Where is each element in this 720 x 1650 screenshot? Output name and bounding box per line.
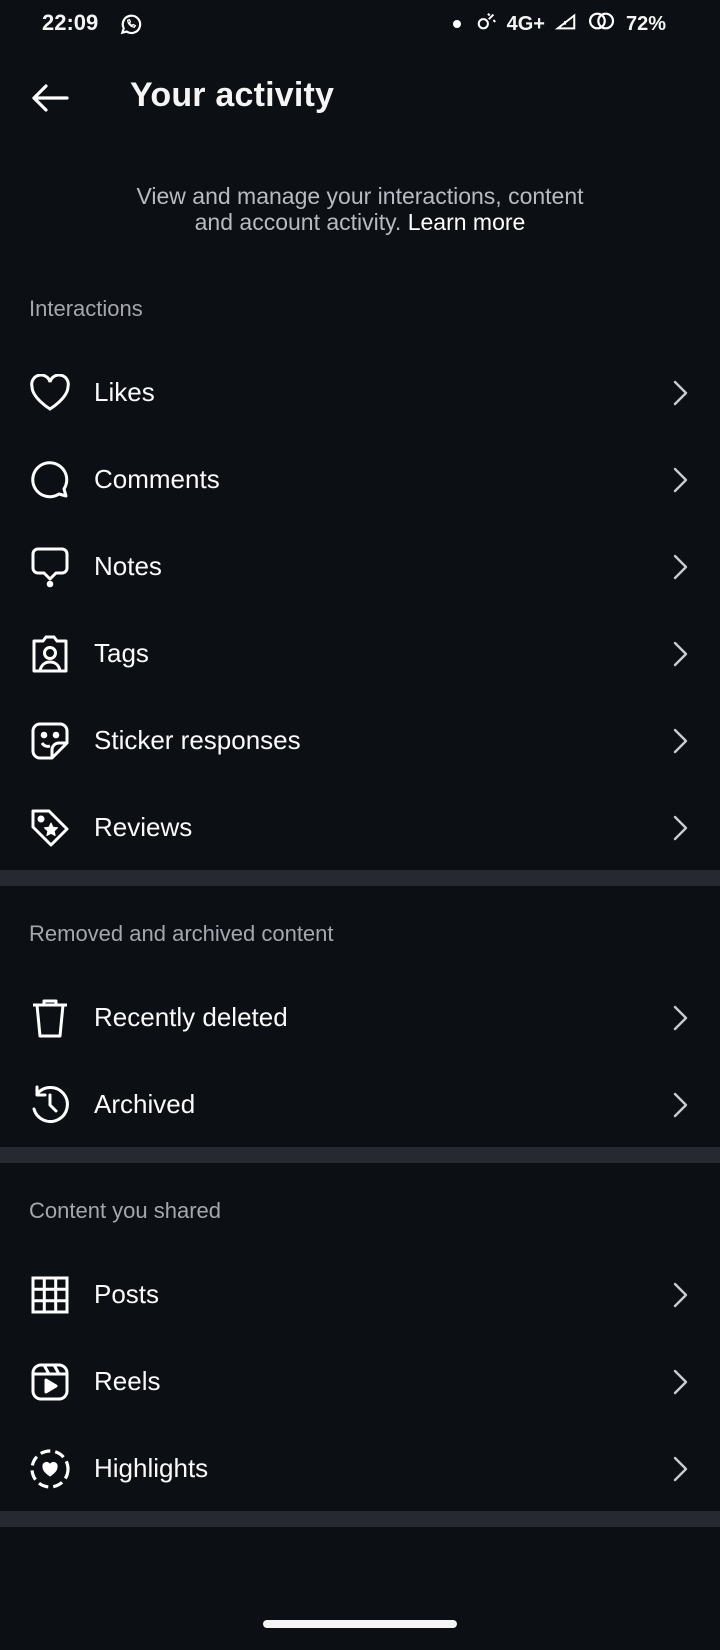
menu-item-tags[interactable]: Tags: [0, 610, 720, 697]
chevron-right-icon: [670, 1280, 690, 1310]
data-saver-icon: [476, 10, 498, 38]
archive-history-icon: [28, 1083, 72, 1127]
trash-icon: [28, 996, 72, 1040]
chevron-right-icon: [670, 1090, 690, 1120]
page-title: Your activity: [130, 76, 335, 114]
battery-level: 72%: [625, 12, 666, 35]
menu-item-reels[interactable]: Reels: [0, 1338, 720, 1425]
whatsapp-notification-icon: [118, 11, 144, 42]
section-label-shared: Content you shared: [29, 1198, 222, 1223]
grid-icon: [28, 1273, 72, 1317]
menu-item-label: Notes: [94, 551, 162, 581]
network-type: 4G+: [506, 12, 545, 35]
intro-line-2: and account activity.: [194, 209, 402, 235]
learn-more-link[interactable]: Learn more: [408, 209, 526, 235]
chevron-right-icon: [670, 1454, 690, 1484]
arrow-left-icon: [32, 84, 69, 112]
menu-item-notes[interactable]: Notes: [0, 523, 720, 610]
menu-item-label: Posts: [94, 1279, 160, 1309]
chevron-right-icon: [670, 465, 690, 495]
section-label-interactions: Interactions: [29, 296, 143, 321]
notes-icon: [28, 545, 72, 589]
chevron-right-icon: [670, 726, 690, 756]
menu-item-label: Likes: [94, 377, 155, 407]
sticker-icon: [28, 719, 72, 763]
highlights-icon: [28, 1447, 72, 1491]
status-time: 22:09: [42, 10, 99, 35]
reels-icon: [28, 1360, 72, 1404]
chevron-right-icon: [670, 1367, 690, 1397]
chevron-right-icon: [670, 813, 690, 843]
menu-item-highlights[interactable]: Highlights: [0, 1425, 720, 1512]
section-divider: [0, 1147, 720, 1163]
section-label-removed: Removed and archived content: [29, 921, 334, 946]
status-indicators: 4G+ 72%: [452, 10, 666, 38]
chevron-right-icon: [670, 552, 690, 582]
heart-icon: [28, 371, 72, 415]
status-bar: 22:09 4G+ 72%: [0, 0, 720, 48]
menu-item-label: Reels: [94, 1366, 161, 1396]
menu-item-label: Sticker responses: [94, 725, 301, 755]
menu-item-sticker-responses[interactable]: Sticker responses: [0, 697, 720, 784]
menu-item-recently-deleted[interactable]: Recently deleted: [0, 974, 720, 1061]
menu-item-archived[interactable]: Archived: [0, 1061, 720, 1148]
menu-item-label: Reviews: [94, 812, 193, 842]
menu-item-label: Highlights: [94, 1453, 209, 1483]
chevron-right-icon: [670, 378, 690, 408]
menu-item-posts[interactable]: Posts: [0, 1251, 720, 1338]
menu-item-likes[interactable]: Likes: [0, 349, 720, 436]
signal-icon: [554, 10, 578, 38]
menu-item-label: Archived: [94, 1089, 196, 1119]
home-indicator[interactable]: [263, 1620, 457, 1628]
battery-saver-icon: [587, 10, 617, 38]
menu-item-label: Tags: [94, 638, 149, 668]
tag-person-icon: [28, 632, 72, 676]
menu-item-label: Recently deleted: [94, 1002, 288, 1032]
section-divider: [0, 870, 720, 886]
comment-icon: [28, 458, 72, 502]
chevron-right-icon: [670, 1003, 690, 1033]
intro-line-1: View and manage your interactions, conte…: [136, 183, 584, 209]
back-button[interactable]: [24, 76, 76, 120]
notification-dot: [452, 20, 461, 28]
menu-item-reviews[interactable]: Reviews: [0, 784, 720, 871]
section-divider: [0, 1511, 720, 1527]
menu-item-label: Comments: [94, 464, 220, 494]
header: Your activity: [0, 62, 720, 134]
review-tag-icon: [28, 806, 72, 850]
chevron-right-icon: [670, 639, 690, 669]
menu-item-comments[interactable]: Comments: [0, 436, 720, 523]
intro-text: View and manage your interactions, conte…: [0, 183, 720, 235]
